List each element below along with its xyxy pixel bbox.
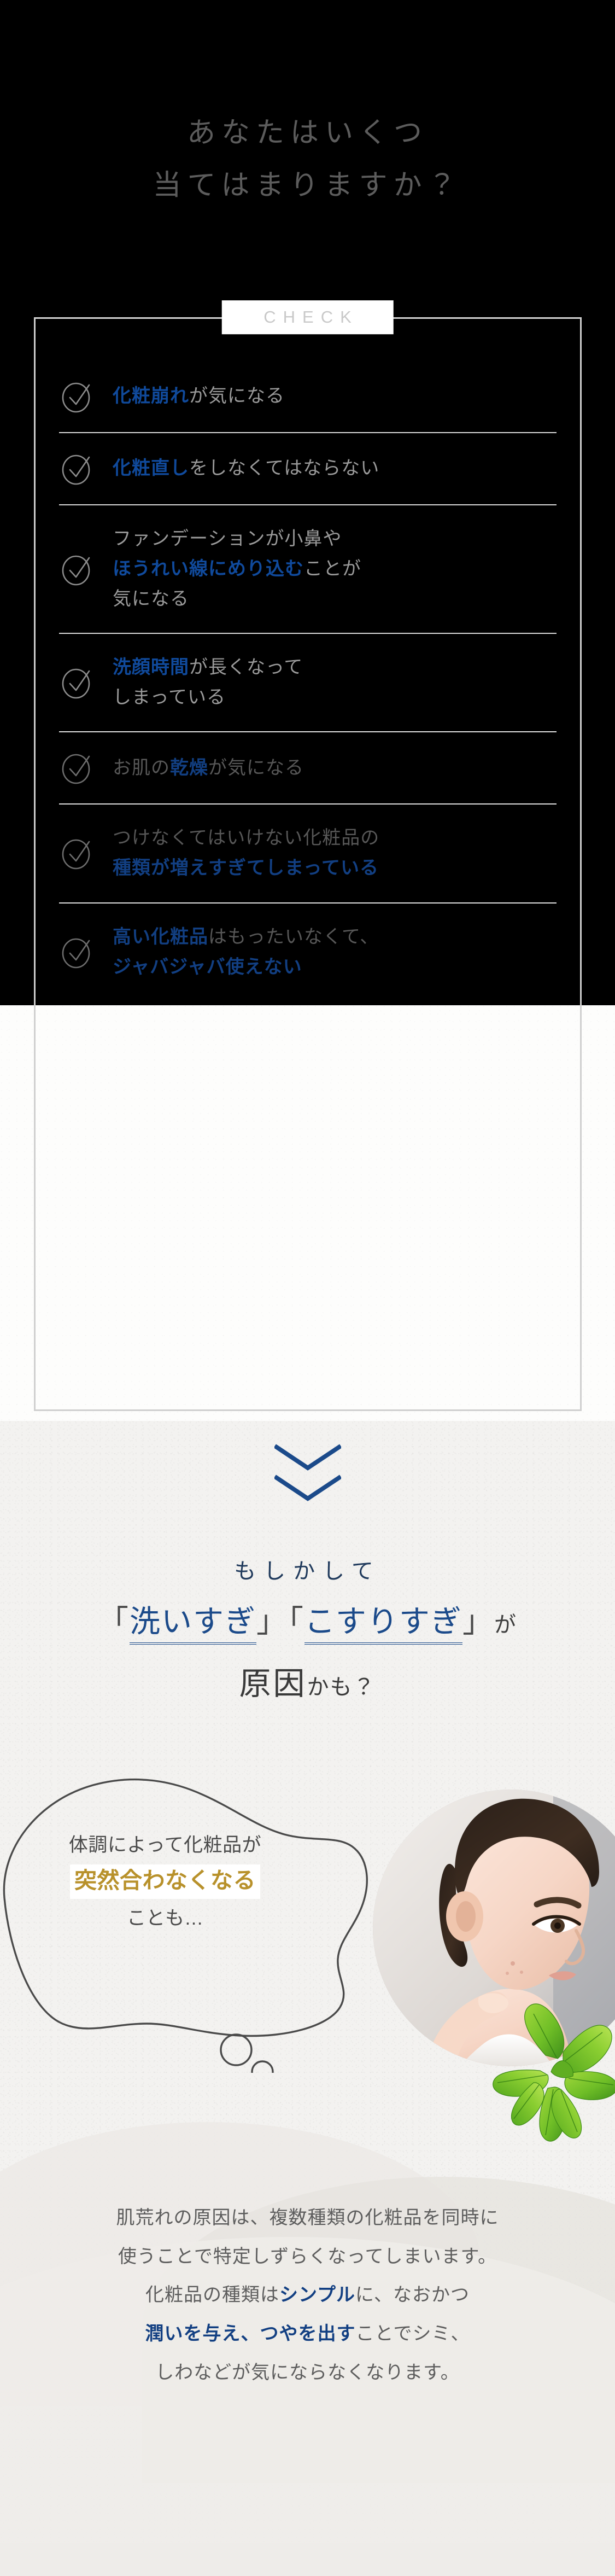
thought-bubble-text: 体調によって化粧品が 突然合わなくなる ことも… (28, 1831, 302, 1933)
check-list-item-1[interactable]: 化粧崩れが気になる (59, 361, 557, 432)
hero-heading-line-2: 当てはまりますか？ (153, 170, 462, 202)
final-paragraph-line-5: しわなどが気にならなくなります。 (0, 2353, 615, 2392)
bubble-line-3: ことも… (126, 1907, 203, 1929)
check-list-item-3[interactable]: ファンデーションが小鼻や ほうれい線にめり込むことが 気になる (59, 504, 557, 633)
final-paragraph-line-3: 化粧品の種類はシンプルに、なおかつ (0, 2276, 615, 2315)
circle-check-icon (60, 380, 94, 413)
check-item-line-1: お肌の乾燥が気になる (113, 753, 304, 783)
check-item-line-2: ジャバジャバ使えない (113, 952, 379, 982)
check-list-item-2[interactable]: 化粧直しをしなくてはならない (59, 432, 557, 504)
cause-keyword-2: こすりすぎ (304, 1605, 462, 1645)
cause-particle: が (494, 1612, 517, 1637)
check-list-item-label: 高い化粧品はもったいなくて、ジャバジャバ使えない (113, 922, 379, 982)
check-item-3-line-2-highlight-0: ほうれい線にめり込む (113, 558, 304, 580)
final-line-4-highlight-0: 潤いを与え、つやを出す (145, 2323, 356, 2345)
check-item-6-line-2-highlight-0: 種類が増えすぎてしまっている (113, 858, 379, 879)
check-item-line-2: 種類が増えすぎてしまっている (113, 853, 379, 883)
check-item-line-2: しまっている (113, 683, 303, 713)
check-badge-label: CHECK (221, 300, 394, 334)
check-item-3-line-2-text-1: ことが (304, 558, 361, 580)
check-item-4-line-1-text-1: が長くなって (189, 657, 303, 678)
check-item-line-1: 化粧直しをしなくてはならない (113, 453, 379, 483)
final-paragraph: 肌荒れの原因は、複数種類の化粧品を同時に 使うことで特定しずらくなってしまいます。… (0, 2199, 615, 2392)
circle-check-icon (60, 751, 94, 785)
check-item-line-2: ほうれい線にめり込むことが (113, 554, 361, 584)
final-line-5-text-0: しわなどが気にならなくなります。 (155, 2362, 460, 2383)
final-line-3-text-0: 化粧品の種類は (145, 2284, 280, 2306)
cause-keyword-1: 洗いすぎ (130, 1605, 257, 1645)
check-list-item-label: お肌の乾燥が気になる (113, 753, 304, 783)
circle-check-icon (60, 552, 94, 586)
check-item-6-line-1-text-0: つけなくてはいけない化粧品の (113, 827, 380, 849)
cause-main-line: 原因かも？ (0, 1658, 615, 1704)
check-item-3-line-1-text-0: ファンデーションが小鼻や (113, 528, 342, 549)
final-line-3-text-2: に、なおかつ (355, 2284, 470, 2306)
final-line-3-highlight-1: シンプル (279, 2284, 355, 2306)
double-chevron-down-icon (0, 1444, 615, 1526)
bracket-close-1: 」 (256, 1605, 289, 1639)
circle-check-icon (60, 666, 94, 700)
check-list-item-7[interactable]: 高い化粧品はもったいなくて、ジャバジャバ使えない (59, 902, 557, 1001)
green-basil-leaves-icon (481, 1991, 615, 2155)
final-line-1-text-0: 肌荒れの原因は、複数種類の化粧品を同時に (116, 2207, 499, 2228)
check-list-item-label: 化粧直しをしなくてはならない (113, 453, 379, 483)
final-paragraph-line-4: 潤いを与え、つやを出すことでシミ、 (0, 2315, 615, 2353)
check-item-4-line-2-text-0: しまっている (113, 687, 226, 708)
circle-check-icon (60, 836, 94, 870)
check-item-3-line-3-text-0: 気になる (113, 588, 189, 610)
check-item-7-line-1-text-1: はもったいなくて、 (208, 926, 379, 947)
check-item-5-line-1-text-0: お肌の (113, 757, 170, 778)
check-item-line-1: ファンデーションが小鼻や (113, 524, 361, 554)
check-item-4-line-1-highlight-0: 洗顔時間 (113, 657, 189, 678)
check-item-line-1: 高い化粧品はもったいなくて、 (113, 922, 379, 952)
cause-block: もしかして 「洗いすぎ」「こすりすぎ」が 原因かも？ (0, 1556, 615, 1704)
check-item-7-line-1-highlight-0: 高い化粧品 (113, 926, 208, 947)
bubble-highlight: 突然合わなくなる (70, 1864, 260, 1899)
bracket-close-2: 」 (462, 1605, 494, 1639)
final-paragraph-line-2: 使うことで特定しずらくなってしまいます。 (0, 2237, 615, 2276)
check-list-item-label: ファンデーションが小鼻や ほうれい線にめり込むことが 気になる (113, 524, 361, 614)
check-list-item-label: 化粧崩れが気になる (113, 381, 285, 411)
bubble-line-1: 体調によって化粧品が (68, 1834, 262, 1856)
check-list-item-5[interactable]: お肌の乾燥が気になる (59, 731, 557, 803)
check-list: 化粧崩れが気になる 化粧直しをしなくてはならない ファンデーションが小鼻や ほうれい線… (59, 361, 557, 1001)
check-list-item-label: つけなくてはいけない化粧品の 種類が増えすぎてしまっている (113, 823, 379, 883)
check-item-line-1: 洗顔時間が長くなって (113, 652, 303, 683)
check-list-item-4[interactable]: 洗顔時間が長くなってしまっている (59, 633, 557, 731)
bracket-open-2: 「 (288, 1605, 305, 1639)
check-item-2-line-1-highlight-0: 化粧直し (113, 458, 189, 479)
check-item-5-line-1-highlight-1: 乾燥 (170, 757, 208, 778)
check-item-line-1: つけなくてはいけない化粧品の (113, 823, 379, 853)
check-item-1-line-1-text-1: が気になる (189, 386, 285, 407)
cause-lead-text: もしかして (234, 1559, 381, 1583)
check-item-7-line-2-highlight-0: ジャバジャバ使えない (113, 956, 302, 977)
check-item-line-1: 化粧崩れが気になる (113, 381, 285, 411)
final-paragraph-line-1: 肌荒れの原因は、複数種類の化粧品を同時に (0, 2199, 615, 2237)
cause-suffix: かも？ (307, 1674, 376, 1699)
check-item-1-line-1-highlight-0: 化粧崩れ (113, 386, 189, 407)
final-line-2-text-0: 使うことで特定しずらくなってしまいます。 (118, 2246, 497, 2267)
circle-check-icon (60, 935, 94, 969)
check-item-2-line-1-text-1: をしなくてはならない (189, 458, 380, 479)
cause-main-word: 原因 (239, 1665, 307, 1701)
check-list-item-6[interactable]: つけなくてはいけない化粧品の 種類が増えすぎてしまっている (59, 803, 557, 902)
cause-keywords-line: 「洗いすぎ」「こすりすぎ」が (0, 1602, 615, 1645)
circle-check-icon (60, 452, 94, 486)
check-list-item-label: 洗顔時間が長くなってしまっている (113, 652, 303, 713)
check-item-5-line-1-text-2: が気になる (208, 757, 304, 778)
final-line-4-text-1: ことでシミ、 (355, 2323, 470, 2345)
hero-heading-line-1: あなたはいくつ (186, 118, 428, 149)
bracket-open-1: 「 (98, 1605, 130, 1639)
check-item-line-3: 気になる (113, 584, 361, 614)
hero-heading: あなたはいくつ 当てはまりますか？ (0, 0, 615, 284)
thought-bubble: 体調によって化粧品が 突然合わなくなる ことも… (0, 1767, 394, 2073)
